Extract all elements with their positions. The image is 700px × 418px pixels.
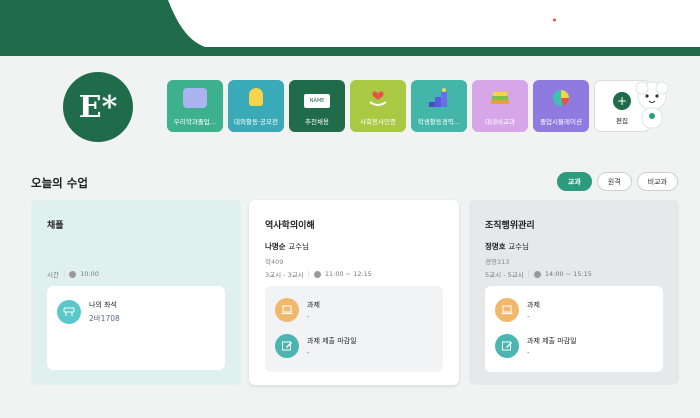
- deadline-label: 과제 제출 마감일: [527, 336, 577, 345]
- class-time: 시간 | 10:00: [47, 270, 99, 279]
- seat-icon: [57, 300, 81, 324]
- class-card-organization[interactable]: 조직행위관리 정명호 교수님 경영313 5교시 - 5교시 | 14:00 ~…: [469, 200, 679, 385]
- header-icons: [546, 17, 678, 29]
- tile-volunteer[interactable]: 사회봉사인증: [350, 80, 406, 132]
- tile-label: 학생활동경력…: [417, 118, 461, 126]
- tile-label: 졸업시뮬레이션: [540, 118, 582, 126]
- professor-name: 나명순: [265, 242, 286, 251]
- professor: 나명순 교수님: [265, 241, 443, 252]
- profile-mark: E*: [78, 89, 118, 125]
- tab-remote[interactable]: 원격: [596, 172, 632, 191]
- professor-title: 교수님: [508, 242, 530, 251]
- class-time: 3교시 - 3교시 | 11:00 ~ 12:15: [265, 270, 372, 279]
- class-card-history[interactable]: 역사학의이해 나명순 교수님 학409 3교시 - 3교시 | 11:00 ~ …: [249, 200, 459, 385]
- logo-title: 지능형학생지원시스템 E-벗: [52, 23, 139, 33]
- tile-graduate-job[interactable]: 우리학과졸업…: [167, 80, 223, 132]
- professor-title: 교수님: [288, 242, 310, 251]
- pie-chart-icon: [549, 88, 573, 108]
- assignment-label: 과제: [307, 300, 320, 309]
- time-label: 시간: [47, 271, 59, 279]
- stairs-icon: [427, 88, 451, 108]
- lightbulb-icon: [249, 88, 263, 106]
- logo-mark-icon: [31, 17, 47, 33]
- tile-label: 편집: [616, 117, 628, 125]
- nav-item-learning[interactable]: 학습활동: [297, 19, 330, 32]
- logo[interactable]: 아주이어대학교 지능형학생지원시스템 E-벗: [31, 17, 139, 33]
- seat-value: 2바1708: [89, 314, 120, 323]
- time-value: 11:00 ~ 12:15: [324, 270, 372, 278]
- profile-avatar[interactable]: E*: [63, 72, 133, 142]
- quick-menu: 우리학과졸업… 대외활동·공모전 NAME 추천채용 사회봉사인증 학생활동경력…: [167, 80, 650, 132]
- nametag-icon: NAME: [304, 94, 330, 108]
- classroom: 경영313: [485, 258, 510, 266]
- nav-item-portfolio[interactable]: 포트폴리오: [436, 19, 477, 32]
- logout-icon[interactable]: [666, 17, 678, 29]
- nav-item-future[interactable]: 미래설계: [367, 19, 400, 32]
- book-stack-icon: [488, 88, 512, 108]
- tile-extracurricular[interactable]: 대내비교과: [472, 80, 528, 132]
- assignment-value: -: [527, 312, 530, 321]
- assignment-info-box: 과제 - 과제 제출 마감일 -: [265, 286, 443, 372]
- tile-label: 우리학과졸업…: [173, 118, 217, 126]
- menu-icon[interactable]: [636, 17, 648, 29]
- mascot-icon: [630, 78, 674, 134]
- edit-icon: [275, 334, 299, 358]
- tile-student-activity[interactable]: 학생활동경력…: [411, 80, 467, 132]
- books-icon: [183, 88, 207, 108]
- bell-icon[interactable]: [546, 17, 558, 29]
- tile-recommended-jobs[interactable]: NAME 추천채용: [289, 80, 345, 132]
- nav-item-mypage[interactable]: 마이페이지: [220, 19, 261, 32]
- laptop-icon: [275, 298, 299, 322]
- class-title: 역사학의이해: [265, 221, 315, 231]
- class-period: 5교시 - 5교시: [485, 271, 524, 279]
- class-period: 3교시 - 3교시: [265, 271, 304, 279]
- class-time: 5교시 - 5교시 | 14:00 ~ 15:15: [485, 270, 592, 279]
- section-title: 오늘의 수업: [31, 176, 88, 190]
- edit-icon: [495, 334, 519, 358]
- seat-info-box: 나의 좌석 2바1708: [47, 286, 225, 370]
- tab-extracurricular[interactable]: 비교과: [636, 172, 678, 191]
- clock-icon: [313, 270, 321, 278]
- laptop-icon: [495, 298, 519, 322]
- class-title: 조직행위관리: [485, 221, 535, 231]
- plus-icon: +: [613, 92, 631, 110]
- time-value: 10:00: [80, 270, 99, 278]
- class-title: 채플: [47, 221, 64, 231]
- tab-regular[interactable]: 교과: [556, 172, 592, 191]
- tile-label: 대외활동·공모전: [234, 118, 278, 126]
- tile-graduation-sim[interactable]: 졸업시뮬레이션: [533, 80, 589, 132]
- assignment-value: -: [307, 312, 310, 321]
- deadline-value: -: [307, 348, 310, 357]
- professor: 정명호 교수님: [485, 241, 663, 252]
- assignment-info-box: 과제 - 과제 제출 마감일 -: [485, 286, 663, 372]
- deadline-value: -: [527, 348, 530, 357]
- clock-icon: [533, 270, 541, 278]
- class-card-chapel[interactable]: 채플 시간 | 10:00 나의 좌석 2바1708: [31, 200, 241, 385]
- main-nav: 마이페이지 학습활동 미래설계 포트폴리오 대학생활: [220, 19, 582, 32]
- classroom: 학409: [265, 258, 284, 266]
- professor-name: 정명호: [485, 242, 506, 251]
- time-value: 14:00 ~ 15:15: [544, 270, 592, 278]
- heart-hands-icon: [366, 88, 390, 108]
- search-icon[interactable]: [576, 17, 588, 29]
- clock-icon: [69, 270, 77, 278]
- tile-contests[interactable]: 대외활동·공모전: [228, 80, 284, 132]
- tile-label: 사회봉사인증: [360, 118, 396, 126]
- seat-label: 나의 좌석: [89, 301, 117, 309]
- deadline-label: 과제 제출 마감일: [307, 336, 357, 345]
- logo-subtitle: 아주이어대학교: [52, 16, 85, 23]
- class-filter-tabs: 교과 원격 비교과: [556, 172, 678, 191]
- tile-label: 대내비교과: [485, 118, 515, 126]
- globe-icon[interactable]: [606, 17, 618, 29]
- nav-item-campus-life[interactable]: 대학생활: [513, 19, 546, 32]
- tile-label: 추천채용: [305, 118, 329, 126]
- assignment-label: 과제: [527, 300, 540, 309]
